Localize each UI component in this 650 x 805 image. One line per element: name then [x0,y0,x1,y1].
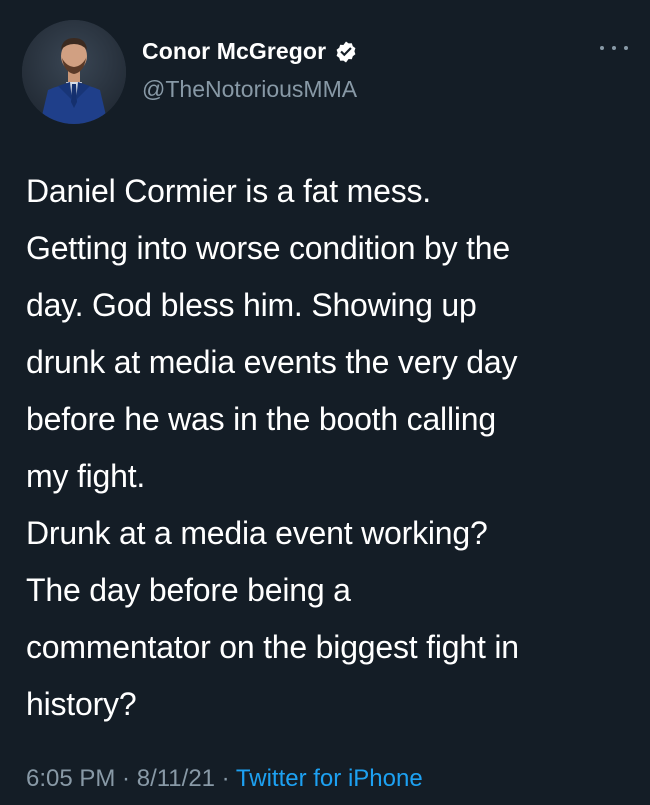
user-handle[interactable]: @TheNotoriousMMA [142,76,357,103]
dot [624,46,628,50]
profile-photo-icon [22,20,126,124]
separator: · [115,765,137,792]
tweet-time[interactable]: 6:05 PM [26,765,115,792]
tweet-card: Conor McGregor @TheNotoriousMMA Daniel C… [0,0,650,805]
tweet-date[interactable]: 8/11/21 [137,765,215,792]
avatar[interactable] [22,20,126,124]
more-options-icon[interactable] [600,38,628,58]
author-name-row: Conor McGregor [142,38,358,65]
dot [600,46,604,50]
dot [612,46,616,50]
separator: · [215,765,236,792]
tweet-source-link[interactable]: Twitter for iPhone [236,765,423,792]
display-name[interactable]: Conor McGregor [142,38,326,65]
tweet-metadata: 6:05 PM · 8/11/21 · Twitter for iPhone [26,765,423,793]
tweet-text: Daniel Cormier is a fat mess. Getting in… [26,173,519,722]
verified-badge-icon [334,40,358,64]
